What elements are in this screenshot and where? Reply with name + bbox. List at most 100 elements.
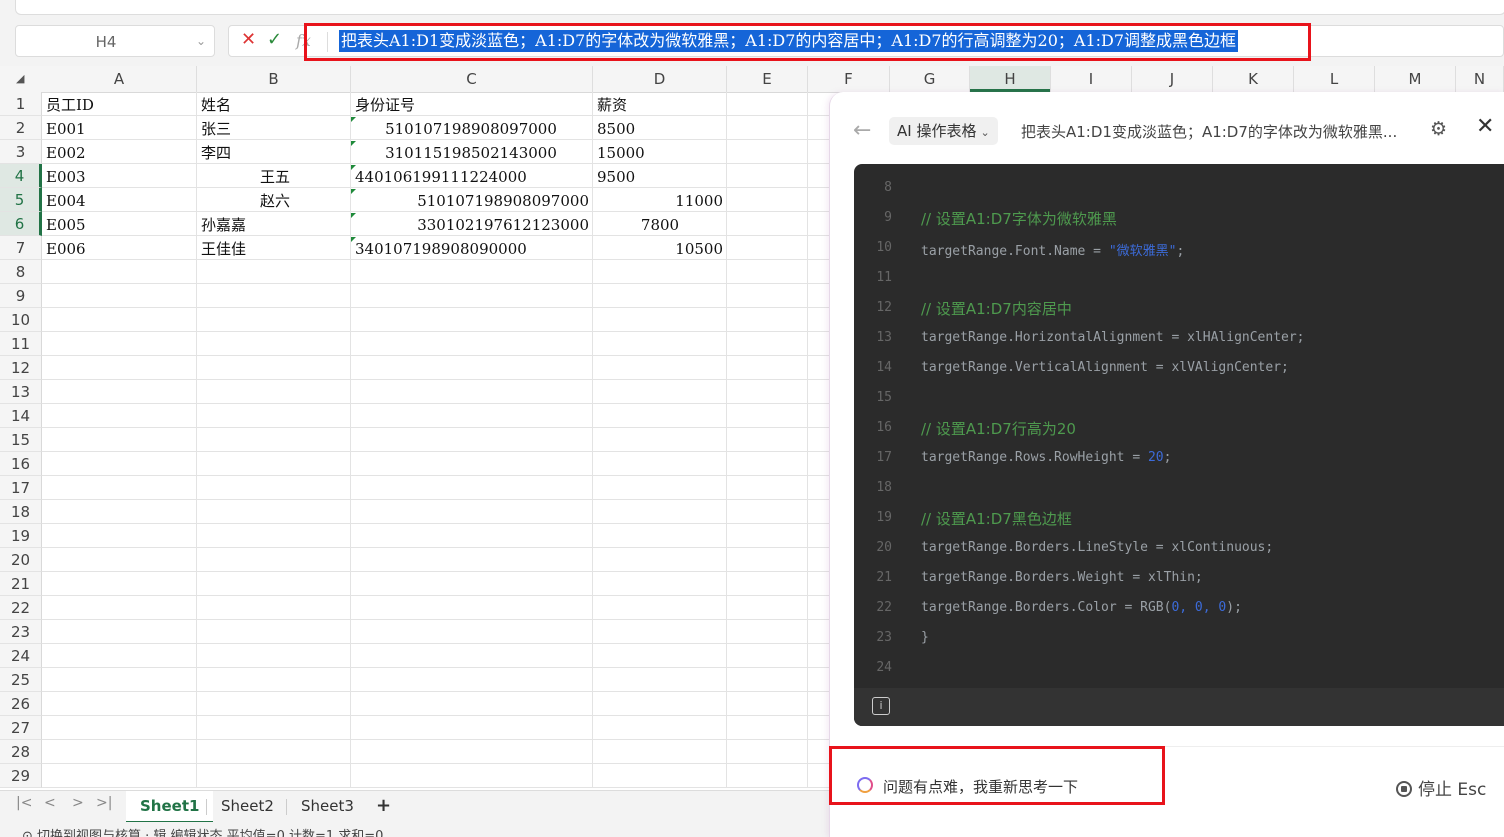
column-header-i[interactable]: I [1051, 66, 1132, 92]
data-cell[interactable]: 15000 [597, 141, 737, 165]
data-cell[interactable]: 10500 [597, 237, 723, 261]
row-header-27[interactable]: 27 [0, 716, 42, 740]
data-cell[interactable]: 330102197612123000 [355, 213, 589, 237]
row-header-13[interactable]: 13 [0, 380, 42, 404]
row-header-14[interactable]: 14 [0, 404, 42, 428]
code-line-number: 9 [884, 210, 892, 225]
row-header-9[interactable]: 9 [0, 284, 42, 308]
data-cell[interactable]: 7800 [597, 213, 723, 237]
row-header-18[interactable]: 18 [0, 500, 42, 524]
data-cell[interactable]: E001 [46, 117, 186, 141]
row-header-1[interactable]: 1 [0, 92, 42, 116]
row-header-5[interactable]: 5 [0, 188, 42, 212]
data-cell[interactable]: E004 [46, 189, 186, 213]
code-line: targetRange.Rows.RowHeight = 20; [921, 450, 1172, 465]
row-header-23[interactable]: 23 [0, 620, 42, 644]
tab-sheet1[interactable]: Sheet1 [126, 791, 214, 823]
chevron-down-icon[interactable]: ⌄ [196, 34, 206, 48]
grid-row-line [42, 355, 830, 356]
data-cell[interactable]: E003 [46, 165, 186, 189]
select-all-corner[interactable]: ◢ [0, 66, 42, 92]
data-cell[interactable]: 8500 [597, 117, 737, 141]
column-header-j[interactable]: J [1132, 66, 1213, 92]
ai-mode-dropdown[interactable]: AI 操作表格 ⌄ [889, 117, 998, 145]
column-header-d[interactable]: D [593, 66, 727, 92]
column-header-l[interactable]: L [1294, 66, 1375, 92]
row-header-26[interactable]: 26 [0, 692, 42, 716]
data-cell[interactable]: 340107198908090000 [355, 237, 527, 261]
row-header-25[interactable]: 25 [0, 668, 42, 692]
code-line-number: 17 [876, 450, 892, 465]
data-cell[interactable]: 王佳佳 [201, 237, 341, 261]
column-header-h[interactable]: H [970, 66, 1051, 92]
data-cell[interactable]: E002 [46, 141, 186, 165]
column-header-n[interactable]: N [1456, 66, 1504, 92]
data-cell[interactable]: 张三 [201, 117, 341, 141]
row-header-7[interactable]: 7 [0, 236, 42, 260]
gear-icon[interactable]: ⚙ [1430, 118, 1447, 140]
grid-row-line [42, 643, 830, 644]
cancel-icon[interactable]: ✕ [241, 29, 256, 50]
code-line-number: 23 [876, 630, 892, 645]
row-header-3[interactable]: 3 [0, 140, 42, 164]
row-header-4[interactable]: 4 [0, 164, 42, 188]
column-header-e[interactable]: E [727, 66, 808, 92]
row-header-12[interactable]: 12 [0, 356, 42, 380]
header-cell[interactable]: 姓名 [201, 93, 351, 117]
header-cell[interactable]: 员工ID [46, 93, 196, 117]
last-sheet-icon[interactable]: >| [96, 795, 112, 811]
row-header-21[interactable]: 21 [0, 572, 42, 596]
first-sheet-icon[interactable]: |< [16, 795, 32, 811]
data-cell[interactable]: E005 [46, 213, 186, 237]
code-text: // 设置A1:D7字体为微软雅黑 [921, 210, 1117, 228]
stop-button[interactable]: 停止 Esc [1396, 775, 1486, 800]
column-header-m[interactable]: M [1375, 66, 1456, 92]
tab-sheet2[interactable]: Sheet2 [207, 791, 288, 821]
row-header-16[interactable]: 16 [0, 452, 42, 476]
prev-sheet-icon[interactable]: < [44, 795, 56, 811]
column-header-b[interactable]: B [197, 66, 351, 92]
data-cell[interactable]: 440106199111224000 [355, 165, 527, 189]
close-icon[interactable]: ✕ [1476, 114, 1494, 139]
confirm-icon[interactable]: ✓ [267, 29, 282, 50]
name-box[interactable]: H4 ⌄ [15, 25, 215, 57]
row-header-15[interactable]: 15 [0, 428, 42, 452]
header-cell[interactable]: 身份证号 [355, 93, 505, 117]
row-header-8[interactable]: 8 [0, 260, 42, 284]
header-cell[interactable]: 薪资 [597, 93, 747, 117]
row-header-22[interactable]: 22 [0, 596, 42, 620]
data-cell[interactable]: 11000 [597, 189, 723, 213]
row-header-29[interactable]: 29 [0, 764, 42, 788]
column-header-a[interactable]: A [42, 66, 197, 92]
chevron-down-icon: ⌄ [980, 126, 990, 139]
row-header-11[interactable]: 11 [0, 332, 42, 356]
row-header-19[interactable]: 19 [0, 524, 42, 548]
row-header-6[interactable]: 6 [0, 212, 42, 236]
text-number-flag-icon [351, 189, 356, 194]
next-sheet-icon[interactable]: > [72, 795, 84, 811]
column-header-c[interactable]: C [351, 66, 593, 92]
back-arrow-icon[interactable]: ← [853, 118, 871, 143]
tab-sheet3[interactable]: Sheet3 [287, 791, 368, 821]
row-header-28[interactable]: 28 [0, 740, 42, 764]
data-cell[interactable]: E006 [46, 237, 186, 261]
data-cell[interactable]: 510107198908097000 [355, 189, 589, 213]
data-cell[interactable]: 赵六 [201, 189, 349, 213]
data-cell[interactable]: 李四 [201, 141, 341, 165]
data-cell[interactable]: 310115198502143000 [355, 141, 587, 165]
row-header-24[interactable]: 24 [0, 644, 42, 668]
row-header-10[interactable]: 10 [0, 308, 42, 332]
add-sheet-button[interactable]: + [362, 791, 405, 821]
column-header-f[interactable]: F [808, 66, 890, 92]
data-cell[interactable]: 9500 [597, 165, 737, 189]
data-cell[interactable]: 510107198908097000 [355, 117, 587, 141]
data-cell[interactable]: 孙嘉嘉 [201, 213, 341, 237]
code-line-number: 13 [876, 330, 892, 345]
row-header-17[interactable]: 17 [0, 476, 42, 500]
row-header-2[interactable]: 2 [0, 116, 42, 140]
data-cell[interactable]: 王五 [201, 165, 349, 189]
column-header-g[interactable]: G [890, 66, 970, 92]
info-icon[interactable]: i [872, 697, 890, 715]
row-header-20[interactable]: 20 [0, 548, 42, 572]
column-header-k[interactable]: K [1213, 66, 1294, 92]
